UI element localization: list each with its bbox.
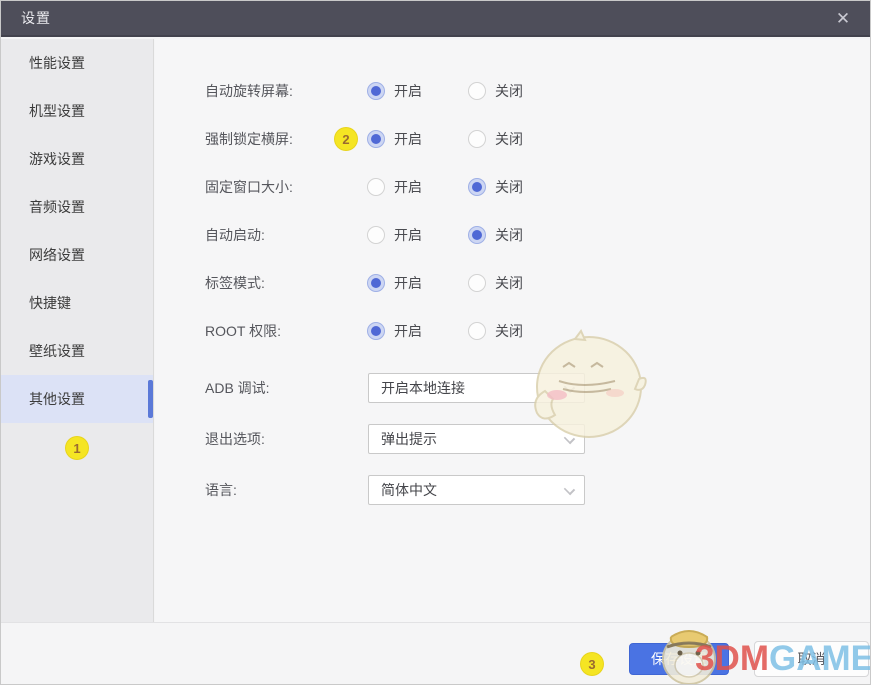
radio-icon [367,322,385,340]
setting-label: 强制锁定横屏: [205,129,325,149]
row-adb-debug: ADB 调试: 开启本地连接 [155,362,871,413]
cancel-button-label: 取消 [798,649,826,669]
setting-label: 退出选项: [205,429,325,449]
radio-on[interactable]: 开启 [367,129,468,149]
radio-icon [468,226,486,244]
radio-icon [468,274,486,292]
radio-icon [367,130,385,148]
dialog-title: 设置 [21,8,51,28]
sidebar-item-game[interactable]: 游戏设置 [1,135,153,183]
sidebar-item-performance[interactable]: 性能设置 [1,39,153,87]
close-icon[interactable]: ✕ [828,1,858,37]
row-force-landscape: 强制锁定横屏: 2 开启 关闭 [155,115,871,163]
step-badge-1: 1 [66,437,88,459]
radio-off[interactable]: 关闭 [468,273,569,293]
radio-label: 关闭 [495,81,523,101]
settings-panel: 自动旋转屏幕: 开启 关闭 强制锁定横屏: 2 开启 关闭 固定窗口大小: 开启… [155,39,871,622]
row-tab-mode: 标签模式: 开启 关闭 [155,259,871,307]
sidebar-item-label: 快捷键 [29,293,71,313]
radio-label: 关闭 [495,129,523,149]
chevron-down-icon [564,483,575,494]
radio-label: 开启 [394,129,422,149]
radio-label: 开启 [394,81,422,101]
radio-on[interactable]: 开启 [367,81,468,101]
sidebar-item-label: 其他设置 [29,389,85,409]
radio-on[interactable]: 开启 [367,225,468,245]
sidebar-item-label: 性能设置 [29,53,85,73]
radio-off[interactable]: 关闭 [468,177,569,197]
sidebar-item-other[interactable]: 其他设置 [1,375,153,423]
radio-on[interactable]: 开启 [367,273,468,293]
sidebar-item-label: 游戏设置 [29,149,85,169]
setting-label: 自动旋转屏幕: [205,81,325,101]
adb-debug-select[interactable]: 开启本地连接 [368,373,585,403]
row-language: 语言: 简体中文 [155,464,871,515]
radio-off[interactable]: 关闭 [468,129,569,149]
radio-off[interactable]: 关闭 [468,225,569,245]
setting-label: 自动启动: [205,225,325,245]
radio-icon [367,274,385,292]
cancel-button[interactable]: 取消 [754,641,869,677]
exit-option-select[interactable]: 弹出提示 [368,424,585,454]
radio-icon [367,82,385,100]
setting-label: 标签模式: [205,273,325,293]
sidebar-item-label: 机型设置 [29,101,85,121]
radio-on[interactable]: 开启 [367,321,468,341]
step-badge-3: 3 [581,653,603,675]
sidebar: 性能设置 机型设置 游戏设置 音频设置 网络设置 快捷键 壁纸设置 其他设置 1 [1,39,154,622]
save-button[interactable]: 保存设置 [629,643,729,675]
chevron-down-icon [564,381,575,392]
footer-bar: 3 保存设置 取消 3DMGAME [1,622,871,685]
sidebar-item-label: 网络设置 [29,245,85,265]
sidebar-item-device-model[interactable]: 机型设置 [1,87,153,135]
row-fixed-window-size: 固定窗口大小: 开启 关闭 [155,163,871,211]
settings-dialog: 设置 ✕ 性能设置 机型设置 游戏设置 音频设置 网络设置 快捷键 壁纸设置 其… [0,0,871,685]
step-badge-2: 2 [335,128,357,150]
select-value: 弹出提示 [381,429,437,449]
radio-icon [468,178,486,196]
sidebar-item-label: 音频设置 [29,197,85,217]
sidebar-item-network[interactable]: 网络设置 [1,231,153,279]
sidebar-item-label: 壁纸设置 [29,341,85,361]
radio-icon [367,178,385,196]
radio-on[interactable]: 开启 [367,177,468,197]
radio-icon [468,130,486,148]
radio-label: 开启 [394,321,422,341]
radio-icon [468,82,486,100]
settings-form: 自动旋转屏幕: 开启 关闭 强制锁定横屏: 2 开启 关闭 固定窗口大小: 开启… [155,39,871,515]
radio-off[interactable]: 关闭 [468,321,569,341]
radio-label: 关闭 [495,225,523,245]
language-select[interactable]: 简体中文 [368,475,585,505]
radio-label: 开启 [394,273,422,293]
save-button-label: 保存设置 [651,649,707,669]
setting-label: 固定窗口大小: [205,177,325,197]
select-value: 开启本地连接 [381,378,465,398]
sidebar-item-wallpaper[interactable]: 壁纸设置 [1,327,153,375]
setting-label: 语言: [205,480,325,500]
radio-label: 关闭 [495,321,523,341]
radio-label: 关闭 [495,273,523,293]
sidebar-item-shortcuts[interactable]: 快捷键 [1,279,153,327]
select-value: 简体中文 [381,480,437,500]
sidebar-item-audio[interactable]: 音频设置 [1,183,153,231]
radio-label: 关闭 [495,177,523,197]
chevron-down-icon [564,432,575,443]
row-root-permission: ROOT 权限: 开启 关闭 [155,307,871,355]
setting-label: ROOT 权限: [205,321,325,341]
radio-icon [367,226,385,244]
title-bar: 设置 ✕ [1,1,871,37]
radio-off[interactable]: 关闭 [468,81,569,101]
radio-label: 开启 [394,177,422,197]
row-exit-option: 退出选项: 弹出提示 [155,413,871,464]
radio-label: 开启 [394,225,422,245]
row-auto-rotate: 自动旋转屏幕: 开启 关闭 [155,67,871,115]
row-auto-start: 自动启动: 开启 关闭 [155,211,871,259]
setting-label: ADB 调试: [205,378,325,398]
radio-icon [468,322,486,340]
